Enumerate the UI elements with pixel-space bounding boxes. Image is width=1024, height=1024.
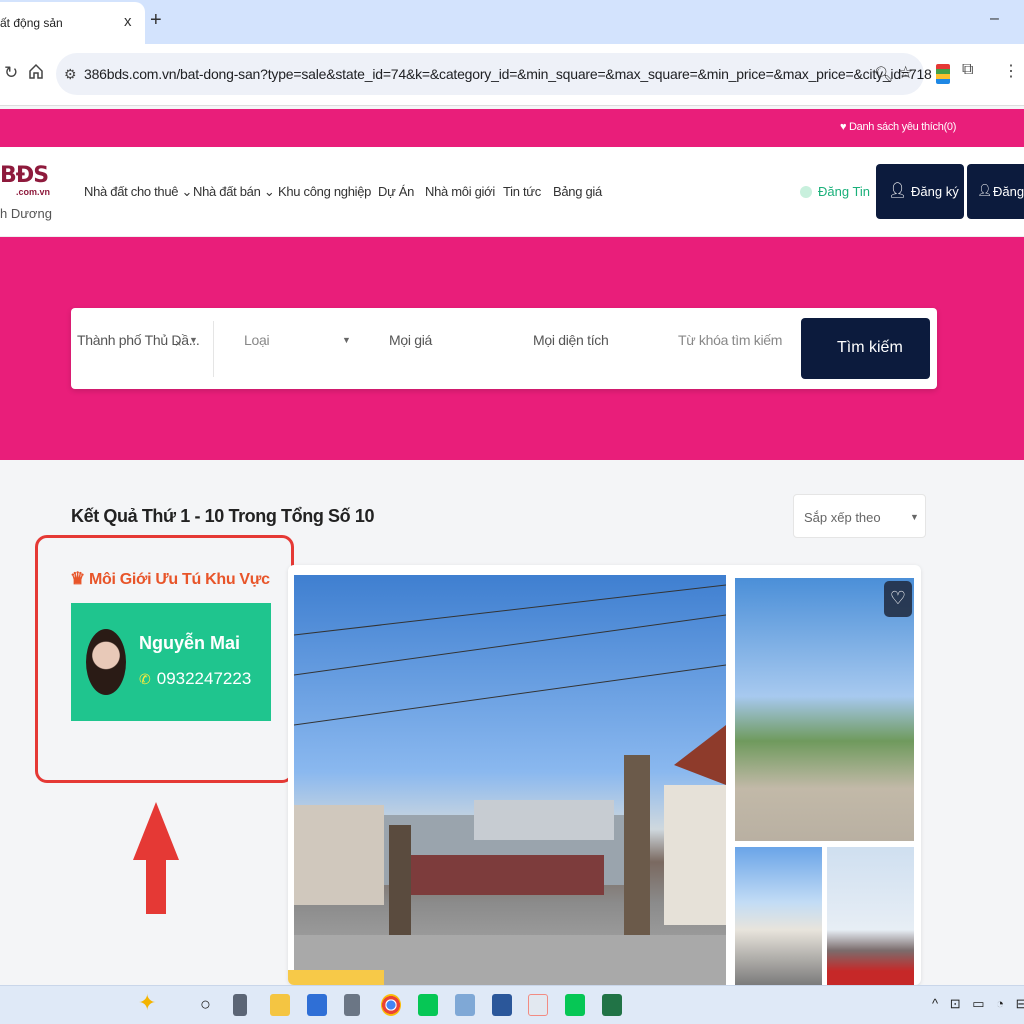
- search-circle-icon[interactable]: ○: [200, 994, 211, 1015]
- favorite-heart-icon[interactable]: ♡: [884, 581, 912, 617]
- user-icon: 👤︎: [888, 182, 908, 199]
- broker-card[interactable]: Nguyễn Mai ✆ 0932247223: [71, 603, 271, 721]
- system-tray[interactable]: ^ ⊡ ▭ ◔ ⊟: [932, 996, 1024, 1012]
- chevron-down-icon: ▼: [342, 335, 351, 345]
- area-select[interactable]: Mọi diện tích: [533, 332, 609, 348]
- nav-item-brokers[interactable]: Nhà môi giới: [425, 184, 495, 199]
- copilot-sparkle-icon[interactable]: ✦: [138, 990, 156, 1016]
- hero-banner: Thành phố Thủ Dầ... × ▼ Loại ▼ Mọi giá M…: [0, 237, 1024, 460]
- broker-name[interactable]: Nguyễn Mai: [139, 633, 240, 654]
- nav-item-sale[interactable]: Nhà đất bán ⌄: [193, 184, 275, 200]
- listing-card[interactable]: ♡: [288, 565, 921, 985]
- extensions-puzzle-icon[interactable]: ⧉: [962, 61, 973, 79]
- broker-phone-number: 0932247223: [156, 669, 252, 688]
- browser-toolbar: ↻ ⚙ 386bds.com.vn/bat-dong-san?type=sale…: [0, 44, 1024, 106]
- site-top-strip: ♥ Danh sách yêu thích(0): [0, 109, 1024, 147]
- home-icon[interactable]: [28, 63, 44, 79]
- address-bar[interactable]: ⚙ 386bds.com.vn/bat-dong-san?type=sale&s…: [56, 53, 932, 95]
- browser-tab[interactable]: ất động sản x: [0, 2, 145, 44]
- word-icon[interactable]: [492, 994, 512, 1016]
- zoom-icon[interactable]: 🔍︎: [874, 65, 893, 83]
- sort-select[interactable]: Sắp xếp theo ▼: [793, 494, 926, 538]
- bookmark-star-icon[interactable]: ☆: [898, 63, 913, 83]
- line-icon[interactable]: [418, 994, 438, 1016]
- listing-photo-4[interactable]: [827, 847, 914, 985]
- paint-icon[interactable]: [455, 994, 475, 1016]
- listing-photo-3[interactable]: [735, 847, 822, 985]
- reload-icon[interactable]: ↻: [4, 63, 18, 83]
- tab-title: ất động sản: [0, 16, 63, 30]
- listing-photo-main[interactable]: [293, 575, 727, 985]
- broker-section-label: Môi Giới Ưu Tú Khu Vực: [88, 571, 270, 588]
- os-taskbar: ✦ ○ ^ ⊡ ▭ ◔ ⊟: [0, 985, 1024, 1024]
- broker-phone[interactable]: ✆ 0932247223: [139, 669, 251, 689]
- browser-menu-icon[interactable]: ⋮: [1003, 61, 1019, 81]
- search-button[interactable]: Tìm kiếm: [801, 318, 930, 379]
- nav-item-rent[interactable]: Nhà đất cho thuê ⌄: [84, 184, 192, 200]
- login-button[interactable]: 👤︎ Đăng: [967, 164, 1024, 219]
- login-label: Đăng: [993, 184, 1024, 199]
- results-title: Kết Quả Thứ 1 - 10 Trong Tổng Số 10: [71, 506, 375, 526]
- wishlist-link[interactable]: ♥ Danh sách yêu thích(0): [840, 121, 956, 133]
- upload-icon: [800, 186, 812, 198]
- broker-section-title: ♛ Môi Giới Ưu Tú Khu Vực: [70, 569, 270, 589]
- browser-tabbar: ất động sản x + –: [0, 0, 1024, 44]
- logo-city: h Dương: [0, 206, 52, 221]
- arrow-up-icon: [133, 802, 179, 914]
- nav-item-news[interactable]: Tin tức: [503, 184, 541, 199]
- post-listing-label: Đăng Tin: [818, 184, 871, 199]
- mail-icon[interactable]: [307, 994, 327, 1016]
- avatar: [86, 629, 126, 695]
- search-bar: Thành phố Thủ Dầ... × ▼ Loại ▼ Mọi giá M…: [71, 308, 937, 389]
- extension-icon[interactable]: [936, 64, 950, 84]
- site-header: BĐS .com.vn h Dương Nhà đất cho thuê ⌄ N…: [0, 147, 1024, 237]
- file-explorer-icon[interactable]: [270, 994, 290, 1016]
- vip-badge: [288, 970, 384, 985]
- chrome-icon[interactable]: [381, 994, 401, 1016]
- city-clear-icon[interactable]: ×: [175, 338, 181, 350]
- sort-label: Sắp xếp theo: [804, 510, 881, 525]
- keyword-input[interactable]: Từ khóa tìm kiếm: [678, 332, 782, 348]
- tab-close-icon[interactable]: x: [124, 13, 132, 30]
- site-logo[interactable]: BĐS: [0, 163, 49, 188]
- listing-photo-2[interactable]: [735, 578, 914, 841]
- type-select[interactable]: Loại: [244, 332, 270, 348]
- phone-icon: ✆: [139, 671, 151, 687]
- factory-gate-illustration: [293, 584, 727, 985]
- search-button-label: Tìm kiếm: [837, 339, 903, 356]
- site-info-icon[interactable]: ⚙: [64, 66, 77, 83]
- chevron-down-icon: ▼: [189, 335, 198, 345]
- logo-domain: .com.vn: [16, 187, 51, 197]
- user-icon: 👤︎: [977, 183, 993, 197]
- url-text[interactable]: 386bds.com.vn/bat-dong-san?type=sale&sta…: [84, 66, 932, 82]
- nav-item-projects[interactable]: Dự Án: [378, 184, 414, 199]
- nav-item-industrial[interactable]: Khu công nghiệp: [278, 184, 371, 199]
- crown-icon: ♛: [70, 569, 85, 588]
- minimize-button[interactable]: –: [990, 10, 999, 28]
- calculator-icon[interactable]: [344, 994, 360, 1016]
- register-button[interactable]: 👤︎ Đăng ký: [876, 164, 964, 219]
- nav-item-pricing[interactable]: Bảng giá: [553, 184, 602, 199]
- excel-icon[interactable]: [602, 994, 622, 1016]
- chevron-down-icon: ▼: [910, 512, 919, 522]
- line-icon[interactable]: [565, 994, 585, 1016]
- price-select[interactable]: Mọi giá: [389, 332, 432, 348]
- post-listing-button[interactable]: Đăng Tin: [800, 184, 870, 199]
- divider: [213, 321, 214, 377]
- task-view-icon[interactable]: [233, 994, 247, 1016]
- zalo-icon[interactable]: [528, 994, 548, 1016]
- new-tab-button[interactable]: +: [150, 9, 162, 32]
- register-label: Đăng ký: [911, 184, 959, 199]
